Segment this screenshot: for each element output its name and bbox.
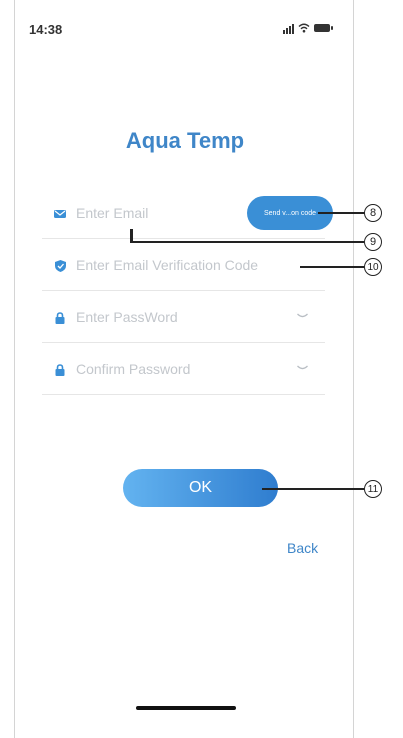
verification-row bbox=[42, 239, 325, 291]
confirm-password-row bbox=[42, 343, 325, 395]
envelope-icon bbox=[54, 208, 66, 220]
callout-8: 8 bbox=[364, 204, 382, 222]
callout-9-line bbox=[130, 241, 364, 243]
signal-icon bbox=[283, 23, 294, 34]
wifi-icon bbox=[298, 23, 310, 33]
eye-closed-icon[interactable] bbox=[297, 365, 308, 371]
callout-11: 11 bbox=[364, 480, 382, 498]
battery-icon bbox=[314, 24, 333, 32]
callout-8-line bbox=[318, 212, 365, 214]
confirm-password-input[interactable] bbox=[76, 357, 276, 381]
lock-icon bbox=[54, 312, 66, 324]
home-indicator bbox=[136, 706, 236, 710]
status-icons bbox=[283, 22, 333, 34]
eye-closed-icon[interactable] bbox=[297, 313, 308, 319]
callout-11-line bbox=[262, 488, 364, 490]
phone-screen: 14:38 Aqua Temp Send v...on code bbox=[14, 0, 354, 738]
verification-code-input[interactable] bbox=[76, 253, 316, 277]
email-input[interactable] bbox=[76, 201, 276, 225]
callout-10-line bbox=[300, 266, 364, 268]
lock-icon bbox=[54, 364, 66, 376]
password-input[interactable] bbox=[76, 305, 276, 329]
ok-button[interactable]: OK bbox=[123, 469, 278, 507]
shield-icon bbox=[54, 260, 66, 272]
back-link[interactable]: Back bbox=[287, 540, 318, 556]
status-time: 14:38 bbox=[29, 22, 63, 37]
password-row bbox=[42, 291, 325, 343]
callout-10: 10 bbox=[364, 258, 382, 276]
callout-9: 9 bbox=[364, 233, 382, 251]
app-title: Aqua Temp bbox=[125, 128, 245, 153]
